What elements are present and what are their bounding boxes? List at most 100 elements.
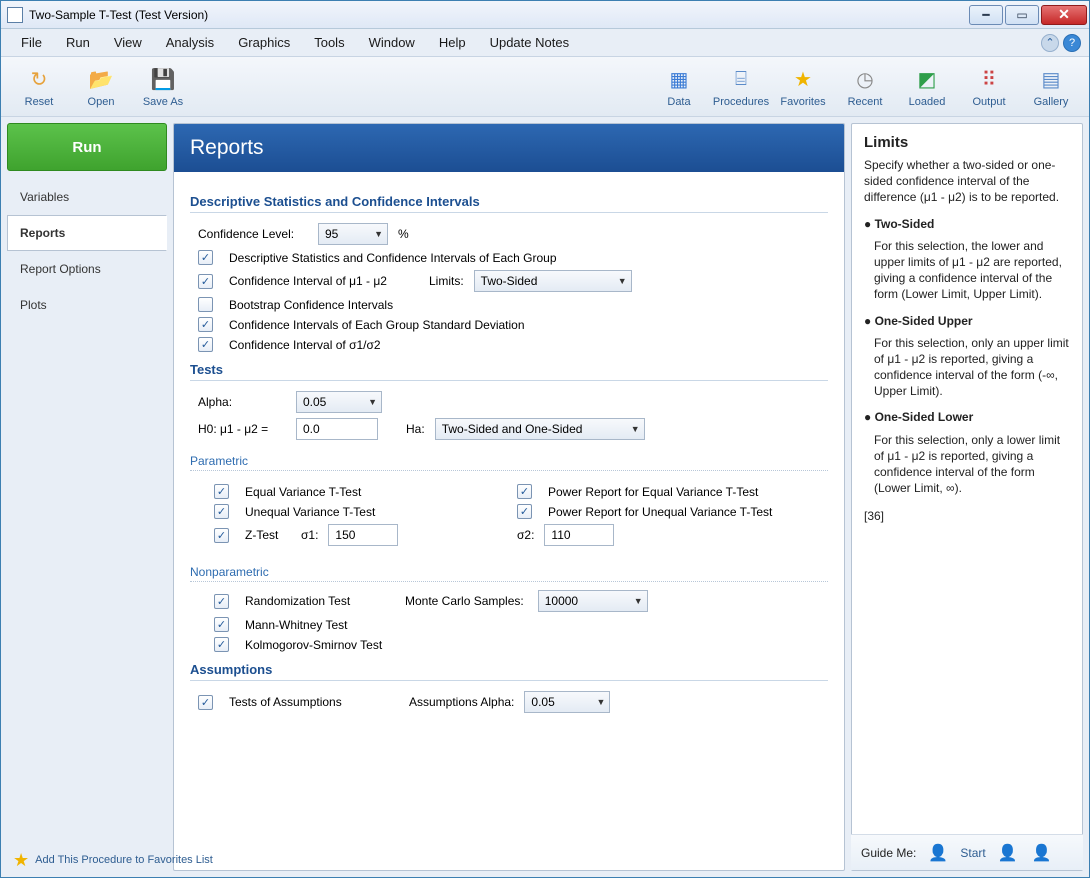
confidence-level-label: Confidence Level: bbox=[198, 227, 308, 241]
chk-desc-stats[interactable]: ✓ bbox=[198, 250, 213, 265]
loaded-icon: ◩ bbox=[913, 66, 941, 94]
toolbar: ↻Reset📂Open💾Save As ▦Data⌸Procedures★Fav… bbox=[1, 57, 1089, 117]
window-controls: ━ ▭ ✕ bbox=[969, 5, 1089, 25]
favorites-icon: ★ bbox=[789, 66, 817, 94]
assumptions-alpha-combo[interactable]: 0.05▼ bbox=[524, 691, 610, 713]
section-nonparametric: Nonparametric bbox=[190, 565, 828, 582]
section-parametric: Parametric bbox=[190, 454, 828, 471]
chk-ci-mu[interactable]: ✓ bbox=[198, 274, 213, 289]
person-start-icon: 👤 bbox=[926, 841, 950, 865]
section-descriptive: Descriptive Statistics and Confidence In… bbox=[190, 194, 828, 213]
chk-ci-group-sd[interactable]: ✓ bbox=[198, 317, 213, 332]
chk-ks[interactable]: ✓ bbox=[214, 637, 229, 652]
app-window: Two-Sample T-Test (Test Version) ━ ▭ ✕ F… bbox=[0, 0, 1090, 878]
chk-ci-sigma-ratio[interactable]: ✓ bbox=[198, 337, 213, 352]
limits-combo[interactable]: Two-Sided▼ bbox=[474, 270, 632, 292]
toolbar-output[interactable]: ⠿Output bbox=[959, 62, 1019, 112]
person-next-icon[interactable]: 👤 bbox=[1030, 841, 1054, 865]
help-pane: Limits Specify whether a two-sided or on… bbox=[851, 123, 1083, 871]
ha-combo[interactable]: Two-Sided and One-Sided▼ bbox=[435, 418, 645, 440]
left-pane: Run VariablesReportsReport OptionsPlots … bbox=[7, 123, 167, 871]
toolbar-recent[interactable]: ◷Recent bbox=[835, 62, 895, 112]
minimize-button[interactable]: ━ bbox=[969, 5, 1003, 25]
guide-label: Guide Me: bbox=[861, 846, 916, 860]
center-pane: Reports Descriptive Statistics and Confi… bbox=[173, 123, 845, 871]
chk-uneqvar[interactable]: ✓ bbox=[214, 504, 229, 519]
toolbar-favorites[interactable]: ★Favorites bbox=[773, 62, 833, 112]
star-icon: ★ bbox=[13, 850, 29, 871]
chevron-down-icon: ▼ bbox=[374, 229, 383, 239]
chevron-down-icon: ▼ bbox=[631, 424, 640, 434]
alpha-label: Alpha: bbox=[198, 395, 286, 409]
window-title: Two-Sample T-Test (Test Version) bbox=[29, 8, 969, 22]
chevron-down-icon: ▼ bbox=[634, 596, 643, 606]
limits-label: Limits: bbox=[429, 274, 464, 288]
ha-label: Ha: bbox=[406, 422, 425, 436]
toolbar-gallery[interactable]: ▤Gallery bbox=[1021, 62, 1081, 112]
menu-window[interactable]: Window bbox=[359, 31, 425, 54]
save-as-icon: 💾 bbox=[149, 66, 177, 94]
sigma2-label: σ2: bbox=[517, 528, 534, 542]
chk-bootstrap[interactable]: ✓ bbox=[198, 297, 213, 312]
close-button[interactable]: ✕ bbox=[1041, 5, 1087, 25]
maximize-button[interactable]: ▭ bbox=[1005, 5, 1039, 25]
guide-start-link[interactable]: Start bbox=[960, 846, 985, 860]
navtab-plots[interactable]: Plots bbox=[7, 287, 167, 323]
mc-label: Monte Carlo Samples: bbox=[405, 594, 524, 608]
app-icon bbox=[7, 7, 23, 23]
confidence-level-combo[interactable]: 95▼ bbox=[318, 223, 388, 245]
output-icon: ⠿ bbox=[975, 66, 1003, 94]
collapse-icon[interactable]: ⌃ bbox=[1041, 34, 1059, 52]
chk-eqvar[interactable]: ✓ bbox=[214, 484, 229, 499]
person-prev-icon[interactable]: 👤 bbox=[996, 841, 1020, 865]
section-assumptions: Assumptions bbox=[190, 662, 828, 681]
chk-power-uneq[interactable]: ✓ bbox=[517, 504, 532, 519]
reset-icon: ↻ bbox=[25, 66, 53, 94]
toolbar-reset[interactable]: ↻Reset bbox=[9, 62, 69, 112]
menu-view[interactable]: View bbox=[104, 31, 152, 54]
chk-randomization[interactable]: ✓ bbox=[214, 594, 229, 609]
toolbar-loaded[interactable]: ◩Loaded bbox=[897, 62, 957, 112]
toolbar-open[interactable]: 📂Open bbox=[71, 62, 131, 112]
menubar: File Run View Analysis Graphics Tools Wi… bbox=[1, 29, 1089, 57]
mc-samples-combo[interactable]: 10000▼ bbox=[538, 590, 648, 612]
add-favorites-link[interactable]: ★ Add This Procedure to Favorites List bbox=[13, 850, 213, 871]
chk-power-eq[interactable]: ✓ bbox=[517, 484, 532, 499]
menu-help[interactable]: Help bbox=[429, 31, 476, 54]
sigma2-input[interactable] bbox=[544, 524, 614, 546]
h0-input[interactable] bbox=[296, 418, 378, 440]
guide-bar: Guide Me: 👤 Start 👤 👤 bbox=[851, 834, 1083, 870]
navtab-variables[interactable]: Variables bbox=[7, 179, 167, 215]
alpha-combo[interactable]: 0.05▼ bbox=[296, 391, 382, 413]
menu-update-notes[interactable]: Update Notes bbox=[480, 31, 580, 54]
page-title: Reports bbox=[174, 124, 844, 172]
chk-mannwhitney[interactable]: ✓ bbox=[214, 617, 229, 632]
run-button[interactable]: Run bbox=[7, 123, 167, 171]
percent-suffix: % bbox=[398, 227, 409, 241]
chevron-down-icon: ▼ bbox=[368, 397, 377, 407]
navtab-reports[interactable]: Reports bbox=[7, 215, 167, 251]
toolbar-procedures[interactable]: ⌸Procedures bbox=[711, 62, 771, 112]
menu-tools[interactable]: Tools bbox=[304, 31, 354, 54]
menu-run[interactable]: Run bbox=[56, 31, 100, 54]
menu-analysis[interactable]: Analysis bbox=[156, 31, 224, 54]
help-title: Limits bbox=[864, 134, 1072, 151]
chk-ztest[interactable]: ✓ bbox=[214, 528, 229, 543]
gallery-icon: ▤ bbox=[1037, 66, 1065, 94]
h0-label: H0: μ1 - μ2 = bbox=[198, 422, 286, 436]
nav-tabs: VariablesReportsReport OptionsPlots bbox=[7, 179, 167, 323]
toolbar-data[interactable]: ▦Data bbox=[649, 62, 709, 112]
chk-assumptions[interactable]: ✓ bbox=[198, 695, 213, 710]
chevron-down-icon: ▼ bbox=[618, 276, 627, 286]
sigma1-label: σ1: bbox=[301, 528, 318, 542]
navtab-report-options[interactable]: Report Options bbox=[7, 251, 167, 287]
open-icon: 📂 bbox=[87, 66, 115, 94]
body: Run VariablesReportsReport OptionsPlots … bbox=[1, 117, 1089, 877]
form-area: Descriptive Statistics and Confidence In… bbox=[174, 172, 844, 870]
menu-graphics[interactable]: Graphics bbox=[228, 31, 300, 54]
toolbar-save-as[interactable]: 💾Save As bbox=[133, 62, 193, 112]
help-icon[interactable]: ? bbox=[1063, 34, 1081, 52]
menu-file[interactable]: File bbox=[11, 31, 52, 54]
sigma1-input[interactable] bbox=[328, 524, 398, 546]
recent-icon: ◷ bbox=[851, 66, 879, 94]
